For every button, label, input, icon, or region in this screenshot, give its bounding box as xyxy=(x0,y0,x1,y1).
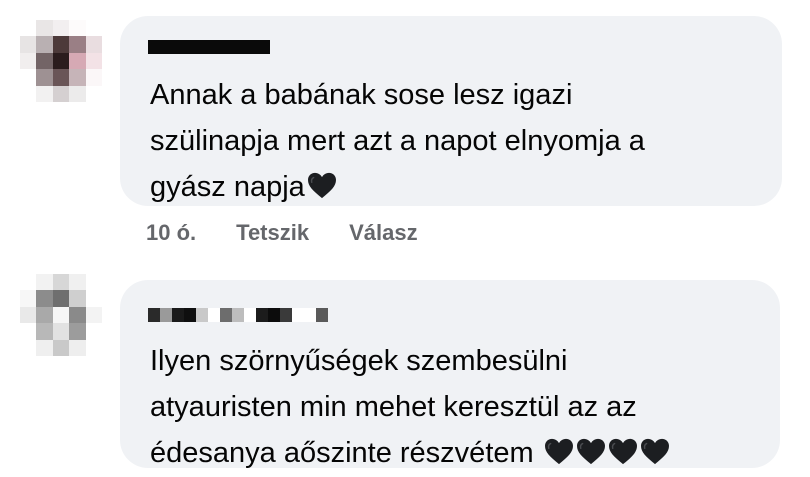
avatar-pixel xyxy=(85,323,102,340)
name-pixel xyxy=(172,308,184,322)
avatar-pixel xyxy=(20,274,37,291)
comment-line: gyász napja xyxy=(150,164,645,210)
name-pixel xyxy=(160,308,172,322)
avatar-pixel xyxy=(20,306,37,324)
comment-bubble: Ilyen szörnyűségek szembesülni atyaurist… xyxy=(120,280,780,469)
black-heart-icon xyxy=(307,172,337,200)
avatar-pixel xyxy=(52,323,70,340)
name-pixel xyxy=(196,308,208,322)
comment-line-text: édesanya aőszinte részvétem xyxy=(150,437,542,469)
like-link[interactable]: Tetszik xyxy=(236,220,309,246)
avatar-pixel xyxy=(85,274,102,291)
avatar-pixel xyxy=(20,290,37,307)
avatar-pixel xyxy=(20,52,37,70)
avatar-pixel xyxy=(69,323,86,340)
avatar-pixel xyxy=(85,52,102,70)
avatar-pixel xyxy=(20,323,37,340)
name-pixel xyxy=(316,308,328,322)
avatar-pixel xyxy=(52,52,70,70)
avatar-pixel xyxy=(20,20,37,37)
avatar-pixel xyxy=(20,69,37,86)
avatar-pixel xyxy=(36,306,53,324)
comment-bubble: Annak a babának sose lesz igazi szülinap… xyxy=(120,16,782,206)
avatar-pixel xyxy=(52,290,70,307)
avatar-pixel xyxy=(69,274,86,291)
avatar-pixel xyxy=(36,52,53,70)
avatar-pixel xyxy=(52,306,70,324)
avatar-pixel xyxy=(20,339,37,356)
avatar-pixel xyxy=(69,290,86,307)
avatar-pixel xyxy=(69,85,86,102)
name-pixel xyxy=(292,308,304,322)
avatar-pixelated[interactable] xyxy=(20,274,102,356)
avatar-pixel xyxy=(69,20,86,37)
name-pixel xyxy=(304,308,316,322)
comment-line: édesanya aőszinte részvétem xyxy=(150,430,670,476)
avatar-pixel xyxy=(52,85,70,102)
name-pixel xyxy=(220,308,232,322)
avatar-pixel xyxy=(36,20,53,37)
avatar-pixel xyxy=(52,36,70,53)
author-name-redacted[interactable] xyxy=(148,40,270,54)
avatar-pixel xyxy=(85,36,102,53)
avatar-pixel xyxy=(52,20,70,37)
avatar-pixel xyxy=(52,274,70,291)
reply-link[interactable]: Válasz xyxy=(349,220,418,246)
comment-line: Annak a babának sose lesz igazi xyxy=(150,79,573,111)
black-heart-icon xyxy=(544,438,574,466)
avatar-pixel xyxy=(69,69,86,86)
avatar-pixel xyxy=(69,339,86,356)
name-pixel xyxy=(256,308,268,322)
comment-line: atyauristen min mehet keresztül az az xyxy=(150,391,637,423)
avatar-pixel xyxy=(36,290,53,307)
comment-text: Annak a babának sose lesz igazi szülinap… xyxy=(150,72,645,210)
avatar-pixel xyxy=(85,85,102,102)
comment-line: szülinapja mert azt a napot elnyomja a xyxy=(150,125,645,157)
avatar-pixel xyxy=(36,85,53,102)
name-pixel xyxy=(208,308,220,322)
avatar-pixel xyxy=(69,52,86,70)
name-pixel xyxy=(268,308,280,322)
black-heart-icon xyxy=(640,438,670,466)
avatar-pixel xyxy=(36,274,53,291)
name-pixel xyxy=(280,308,292,322)
avatar-pixel xyxy=(85,306,102,324)
avatar-pixel xyxy=(36,36,53,53)
avatar-pixel xyxy=(85,69,102,86)
comment-line: Ilyen szörnyűségek szembesülni xyxy=(150,345,568,377)
name-pixel xyxy=(244,308,256,322)
name-pixel xyxy=(232,308,244,322)
avatar-pixel xyxy=(20,85,37,102)
avatar-pixelated[interactable] xyxy=(20,20,102,102)
avatar-pixel xyxy=(52,339,70,356)
name-pixel xyxy=(184,308,196,322)
comment-line-text: gyász napja xyxy=(150,171,305,203)
author-name-pixelated[interactable] xyxy=(148,308,328,322)
avatar-pixel xyxy=(69,36,86,53)
comment-actions: 10 ó. Tetszik Válasz xyxy=(146,220,418,246)
avatar-pixel xyxy=(20,36,37,53)
comment-timestamp[interactable]: 10 ó. xyxy=(146,220,196,246)
avatar-pixel xyxy=(52,69,70,86)
avatar-pixel xyxy=(69,306,86,324)
avatar-pixel xyxy=(36,69,53,86)
avatar-pixel xyxy=(36,339,53,356)
avatar-pixel xyxy=(36,323,53,340)
avatar-pixel xyxy=(85,20,102,37)
black-heart-icon xyxy=(576,438,606,466)
avatar-pixel xyxy=(85,290,102,307)
comment-text: Ilyen szörnyűségek szembesülni atyaurist… xyxy=(150,338,670,476)
name-pixel xyxy=(148,308,160,322)
black-heart-icon xyxy=(608,438,638,466)
avatar-pixel xyxy=(85,339,102,356)
